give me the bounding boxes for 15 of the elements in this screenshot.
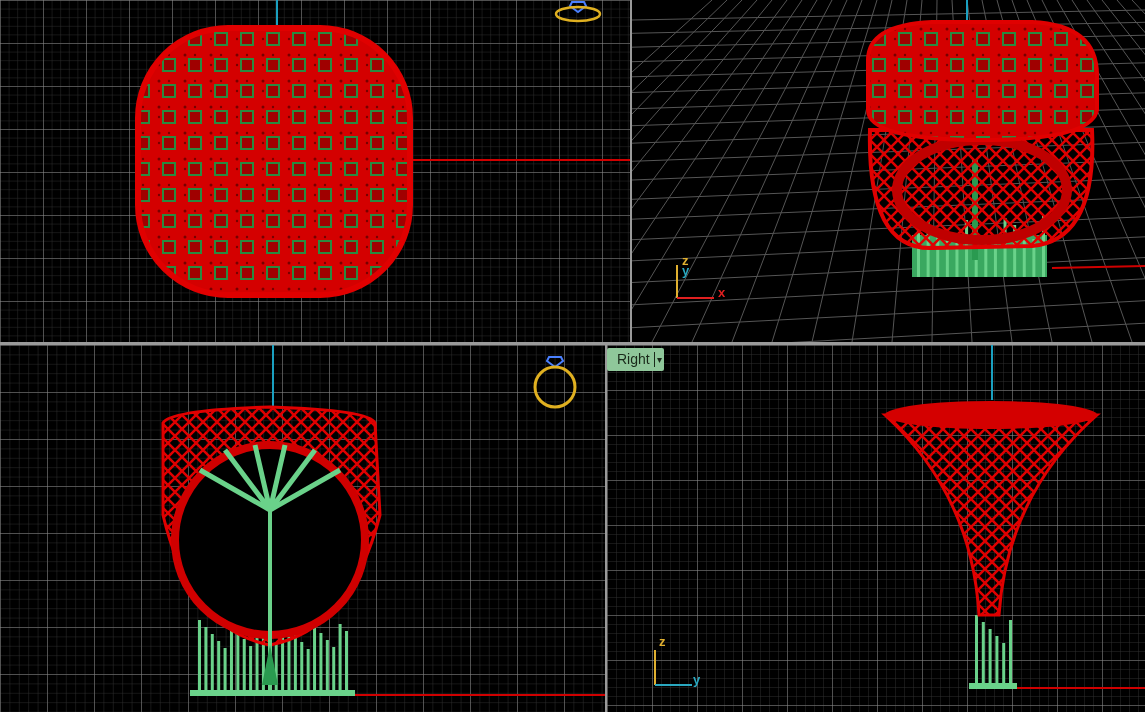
axis-label: y (682, 264, 690, 277)
axis-label: y (693, 673, 701, 686)
axis-label: z (682, 254, 689, 267)
axis-gizmo-icon (676, 264, 715, 299)
viewport-tab[interactable]: Right ▾ (607, 348, 664, 371)
ring-icon (533, 356, 577, 409)
viewport-name: Right (617, 350, 650, 369)
axis-label: x (718, 286, 726, 299)
ring-icon (554, 1, 602, 23)
axis-gizmo-icon (654, 649, 693, 686)
viewport[interactable]: z y x (632, 0, 1145, 342)
viewport[interactable]: Right ▾ z y (607, 345, 1145, 712)
viewport[interactable] (0, 345, 605, 712)
axis-label: z (659, 635, 666, 648)
viewport[interactable] (0, 0, 630, 342)
